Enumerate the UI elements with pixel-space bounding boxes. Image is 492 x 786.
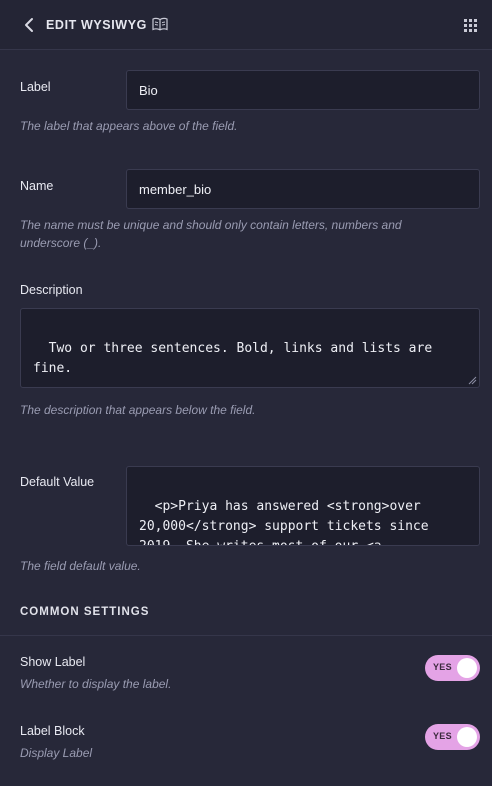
book-icon[interactable] <box>152 17 168 31</box>
show-label-setting-label: Show Label <box>20 655 86 669</box>
section-divider <box>0 635 492 636</box>
name-field-hint: The name must be unique and should only … <box>20 218 402 250</box>
label-block-setting-label: Label Block <box>20 724 85 738</box>
description-field-hint: The description that appears below the f… <box>20 403 256 417</box>
grid-menu-icon[interactable] <box>464 19 477 32</box>
name-field-label: Name <box>20 179 54 193</box>
default-value-field-label: Default Value <box>20 475 95 489</box>
show-label-setting-hint: Whether to display the label. <box>20 677 172 691</box>
description-field-label: Description <box>20 283 83 297</box>
label-field-hint: The label that appears above of the fiel… <box>20 119 238 133</box>
default-value-textarea[interactable]: <p>Priya has answered <strong>over 20,00… <box>126 466 480 546</box>
label-block-setting-hint: Display Label <box>20 746 93 760</box>
label-block-toggle[interactable]: YES <box>425 724 480 750</box>
resize-handle-icon[interactable] <box>468 376 477 385</box>
label-input[interactable] <box>126 70 480 110</box>
toggle-knob <box>457 658 477 678</box>
toggle-knob <box>457 727 477 747</box>
default-value-field-hint: The field default value. <box>20 559 141 573</box>
chevron-left-icon[interactable] <box>22 17 36 33</box>
page-title: EDIT WYSIWYG <box>46 18 147 32</box>
name-input[interactable] <box>126 169 480 209</box>
show-label-toggle[interactable]: YES <box>425 655 480 681</box>
panel-header: EDIT WYSIWYG <box>0 0 492 50</box>
label-field-label: Label <box>20 80 51 94</box>
common-settings-heading: COMMON SETTINGS <box>20 606 150 618</box>
description-textarea[interactable]: Two or three sentences. Bold, links and … <box>20 308 480 388</box>
